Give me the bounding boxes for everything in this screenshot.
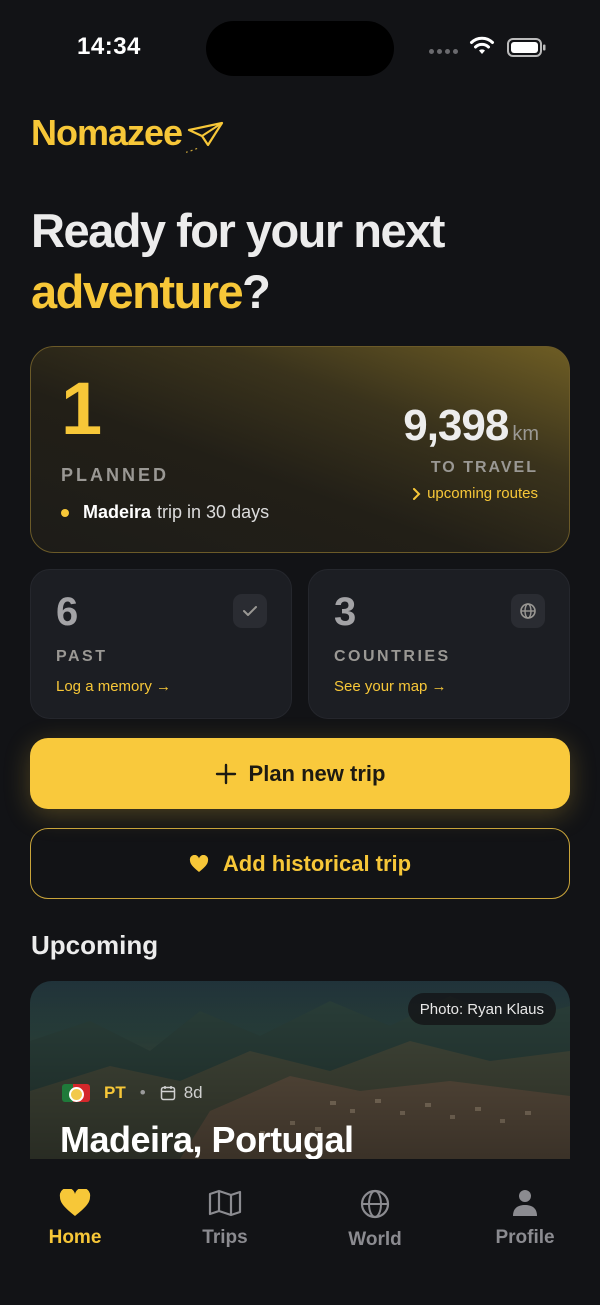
status-time: 14:34 (77, 33, 141, 60)
plan-new-trip-label: Plan new trip (248, 760, 386, 786)
meta-separator: • (139, 1083, 146, 1102)
upcoming-section-title: Upcoming (31, 930, 159, 960)
trip-meta: PT • 8d (62, 1083, 203, 1103)
distance-label: TO TRAVEL (430, 459, 538, 476)
next-trip-destination: Madeira (83, 502, 152, 522)
tab-trips[interactable]: Trips (170, 1189, 280, 1249)
headline-line2: adventure? (31, 261, 444, 322)
upcoming-trip-card[interactable]: Photo: Ryan Klaus PT • 8d Madeira, Portu… (30, 981, 570, 1159)
brand-name: Nomazee (31, 112, 183, 153)
past-label: PAST (56, 648, 108, 665)
past-trips-card[interactable]: 6 PAST Log a memory → (30, 569, 292, 719)
country-code: PT (104, 1083, 126, 1102)
bottom-tab-bar: Home Trips World Profile (0, 1159, 600, 1305)
tab-world[interactable]: World (320, 1189, 430, 1251)
plan-new-trip-button[interactable]: Plan new trip (30, 738, 570, 809)
distance-readout: 9,398 km (403, 401, 539, 451)
tab-world-label: World (348, 1229, 402, 1250)
heart-icon (189, 854, 208, 872)
upcoming-routes-link[interactable]: upcoming routes (412, 485, 538, 502)
battery-icon (507, 38, 546, 57)
headline-accent: adventure (31, 265, 244, 318)
planned-trips-card[interactable]: 1 PLANNED Madeira trip in 30 days 9,398 … (30, 346, 570, 553)
upcoming-routes-label: upcoming routes (427, 485, 538, 502)
globe-icon (360, 1189, 390, 1219)
checkmark-icon (233, 594, 267, 628)
past-count: 6 (56, 590, 79, 634)
countries-label: COUNTRIES (334, 648, 451, 665)
person-icon (513, 1190, 537, 1216)
planned-label: PLANNED (61, 465, 170, 485)
headline-line1: Ready for your next (31, 204, 445, 257)
log-memory-link[interactable]: Log a memory → (56, 678, 171, 695)
next-trip-summary: Madeira trip in 30 days (61, 502, 269, 523)
photo-credit-badge: Photo: Ryan Klaus (407, 993, 556, 1025)
planned-count: 1 (61, 367, 103, 450)
dynamic-island (206, 21, 394, 76)
countries-card[interactable]: 3 COUNTRIES See your map → (308, 569, 570, 719)
calendar-icon (160, 1086, 175, 1101)
paper-plane-icon (186, 121, 224, 153)
countries-count: 3 (334, 590, 357, 634)
status-bar: 14:34 (0, 0, 600, 96)
tab-home-label: Home (48, 1227, 102, 1248)
add-historical-trip-button[interactable]: Add historical trip (30, 828, 570, 899)
chevron-right-icon (413, 487, 421, 500)
map-icon (208, 1189, 242, 1217)
tab-profile[interactable]: Profile (470, 1189, 580, 1249)
tab-profile-label: Profile (495, 1227, 555, 1248)
distance-unit: km (512, 423, 539, 445)
wifi-icon (470, 36, 494, 54)
add-historical-trip-label: Add historical trip (222, 850, 412, 876)
bullet-dot-icon (61, 508, 69, 517)
plus-icon (215, 763, 236, 784)
page-title: Ready for your next adventure? (31, 200, 445, 322)
portugal-flag-icon (62, 1084, 90, 1102)
tab-home[interactable]: Home (20, 1189, 130, 1249)
tab-trips-label: Trips (202, 1227, 248, 1248)
heart-icon (59, 1189, 91, 1216)
signal-icon (429, 49, 458, 54)
trip-destination-name: Madeira, Portugal (60, 1119, 354, 1159)
next-trip-countdown: trip in 30 days (157, 502, 270, 522)
see-map-link[interactable]: See your map → (334, 678, 447, 695)
globe-icon (511, 594, 545, 628)
brand-logo: Nomazee (31, 112, 226, 158)
distance-value: 9,398 (403, 401, 509, 450)
headline-suffix: ? (242, 265, 271, 318)
trip-duration: 8d (183, 1083, 203, 1102)
